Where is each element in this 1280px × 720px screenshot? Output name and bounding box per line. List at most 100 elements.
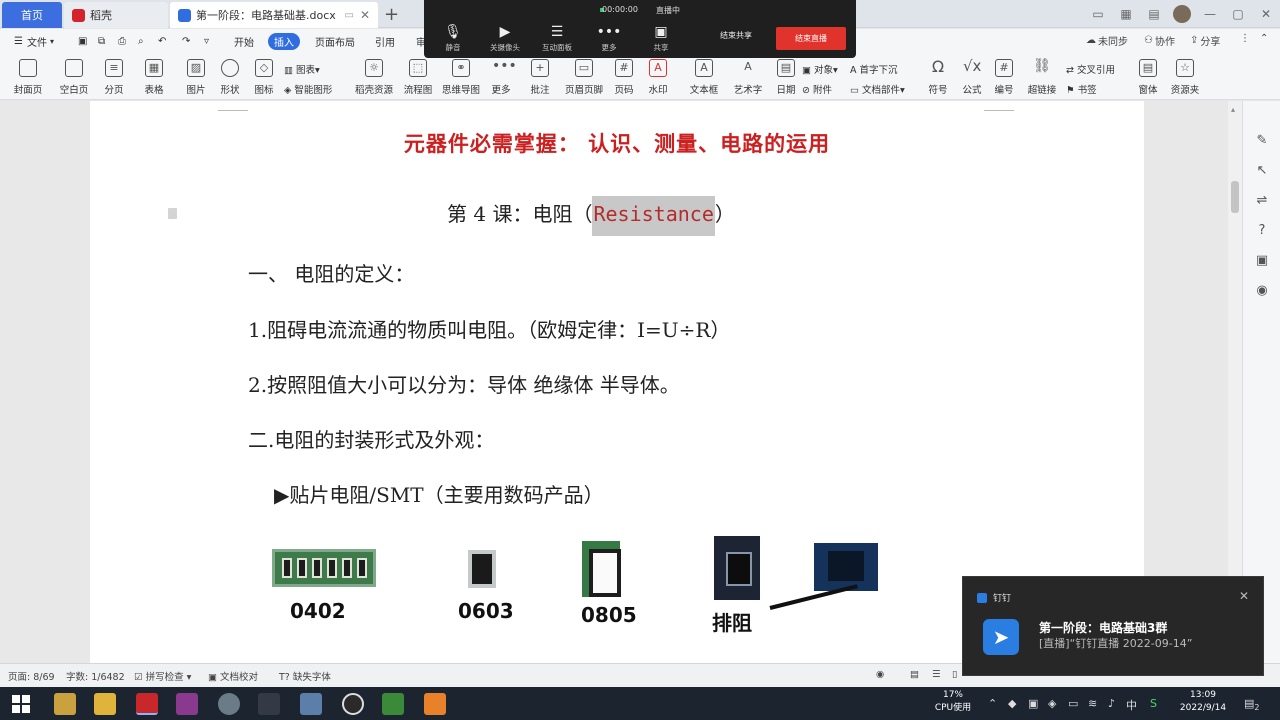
hyperlink-button[interactable]: ⛓ 超链接	[1020, 57, 1064, 97]
app-icon-shuffle[interactable]	[258, 693, 280, 715]
close-notification-icon[interactable]: ✕	[1239, 589, 1249, 603]
avatar[interactable]	[1173, 5, 1191, 23]
collaborate-button[interactable]: ⚇ 协作	[1144, 33, 1175, 48]
menu-tab-layout[interactable]: 页面布局	[315, 33, 355, 50]
eye-protection-icon[interactable]: ◉	[876, 669, 884, 680]
app-icon-game[interactable]	[382, 693, 404, 715]
undo-icon[interactable]: ↶	[158, 33, 166, 50]
help-icon[interactable]: ?	[1254, 223, 1270, 239]
menu-tab-references[interactable]: 引用	[375, 33, 395, 50]
cover-page-button[interactable]: 封面页	[6, 57, 50, 96]
app-icon-archive[interactable]	[176, 693, 198, 715]
header-footer-button[interactable]: ▭ 页眉页脚	[562, 57, 606, 96]
spell-check-toggle[interactable]: ☑ 拼写检查 ▾	[134, 669, 191, 683]
scroll-thumb[interactable]	[1231, 181, 1239, 213]
mute-button[interactable]: 🎙 静音	[428, 24, 478, 53]
tray-camera-icon[interactable]: ▣	[1028, 697, 1038, 710]
app-icon-wps[interactable]	[136, 693, 158, 715]
more-options-icon[interactable]: ⋮	[1240, 33, 1250, 44]
watermark-button[interactable]: A 水印	[636, 57, 680, 96]
maximize-icon[interactable]: ▢	[1224, 7, 1252, 21]
docparts-button[interactable]: ▭ 文档部件▾	[850, 82, 905, 96]
tab-daoke[interactable]: 稻壳	[64, 2, 168, 28]
reading-view-icon[interactable]: ▯	[952, 669, 957, 680]
paragraph-handle-icon[interactable]	[168, 208, 177, 219]
select-icon[interactable]: ↖	[1254, 163, 1270, 179]
pen-icon[interactable]: ✎	[1254, 133, 1270, 149]
customize-icon[interactable]: ▿	[204, 33, 209, 50]
resource-button[interactable]: ☼ 稻壳资源	[352, 57, 396, 96]
close-tab-icon[interactable]: ✕	[360, 8, 370, 22]
page-break-button[interactable]: ≡ 分页	[92, 57, 136, 96]
app-icon-utility[interactable]	[218, 693, 240, 715]
close-window-icon[interactable]: ✕	[1252, 7, 1280, 21]
menu-tab-insert[interactable]: 插入	[268, 33, 300, 50]
app-icon-photos[interactable]	[54, 693, 76, 715]
textbox-button[interactable]: A 文本框	[682, 57, 726, 96]
attachment-button[interactable]: ⊘ 附件	[802, 82, 832, 96]
tray-app-icon[interactable]: ◆	[1008, 697, 1016, 710]
scroll-up-icon[interactable]: ▴	[1231, 105, 1235, 114]
crossref-button[interactable]: ⇄ 交叉引用	[1066, 62, 1115, 76]
preview-icon[interactable]: ⌕	[138, 33, 144, 50]
table-button[interactable]: ▦ 表格	[132, 57, 176, 96]
sync-status[interactable]: ☁ 未同步	[1086, 33, 1128, 48]
mindmap-button[interactable]: ⚭ 思维导图	[439, 57, 483, 96]
dingtalk-notification[interactable]: 钉钉 ✕ ➤ 第一阶段：电路基础3群 [直播]“钉钉直播 2022-09-14”	[962, 576, 1264, 676]
proofread-button[interactable]: ▣ 文档校对	[208, 669, 258, 683]
app-icon-player[interactable]	[342, 693, 364, 715]
menu-tab-home[interactable]: 开始	[234, 33, 254, 50]
app-icon-screenshot[interactable]	[300, 693, 322, 715]
resource-folder-button[interactable]: ☆ 资源夹	[1163, 57, 1207, 96]
more-button[interactable]: ••• 更多	[479, 57, 523, 97]
skin-icon[interactable]: ▤	[1140, 7, 1168, 21]
share-button[interactable]: ⇪ 分享	[1190, 33, 1220, 48]
collapse-ribbon-icon[interactable]: ⌃	[1260, 33, 1268, 44]
adjust-icon[interactable]: ⇌	[1254, 193, 1270, 209]
file-menu[interactable]: ☰ 文件 ▾	[14, 33, 54, 50]
volume-icon[interactable]: ♪	[1108, 697, 1115, 710]
icons-button[interactable]: ◇ 图标	[242, 57, 286, 96]
export-icon[interactable]: ⧉	[98, 33, 105, 50]
missing-font-button[interactable]: T? 缺失字体	[279, 669, 331, 683]
tray-shield-icon[interactable]: ◈	[1048, 697, 1056, 710]
blank-page-button[interactable]: 空白页	[52, 57, 96, 96]
new-tab-icon[interactable]: +	[384, 4, 399, 25]
windows-start-icon[interactable]	[12, 695, 30, 713]
comment-button[interactable]: + 批注	[518, 57, 562, 96]
end-live-button[interactable]: 结束直播	[776, 27, 846, 50]
smart-graphic-button[interactable]: ◈ 智能图形	[284, 82, 332, 96]
monitor-icon[interactable]: ▭	[345, 10, 354, 21]
page-counter[interactable]: 页面: 8/69	[8, 669, 55, 683]
redo-icon[interactable]: ↷	[182, 33, 190, 50]
notification-center-icon[interactable]: ▤2	[1244, 697, 1260, 712]
tray-s-icon[interactable]: S	[1150, 697, 1157, 710]
app-icon-explorer[interactable]	[94, 693, 116, 715]
clock[interactable]: 13:09 2022/9/14	[1172, 689, 1234, 715]
location-icon[interactable]: ◉	[1254, 283, 1270, 299]
tray-battery-icon[interactable]: ▭	[1068, 697, 1078, 710]
print-icon[interactable]: ⎙	[118, 33, 126, 50]
object-button[interactable]: ▣ 对象▾	[802, 62, 838, 76]
image-tool-icon[interactable]: ▣	[1254, 253, 1270, 269]
camera-button[interactable]: ▶ 关摄像头	[480, 24, 530, 53]
meeting-more-button[interactable]: ••• 更多	[584, 24, 634, 53]
share-screen-button[interactable]: ▣ 共享	[636, 24, 686, 53]
chart-button[interactable]: ▥ 图表▾	[284, 62, 320, 76]
tab-document[interactable]: 第一阶段：电路基础基.docx ▭ ✕	[170, 2, 378, 28]
ime-indicator[interactable]: 中	[1126, 697, 1137, 713]
tab-home[interactable]: 首页	[2, 2, 62, 28]
outline-view-icon[interactable]: ☰	[932, 669, 941, 680]
interaction-panel-button[interactable]: ☰ 互动面板	[532, 24, 582, 53]
end-share-button[interactable]: 结束共享	[710, 30, 762, 41]
word-count[interactable]: 字数: 1/6482	[66, 669, 125, 683]
save-icon[interactable]: ▣	[78, 33, 87, 50]
tray-expand-icon[interactable]: ⌃	[988, 697, 997, 710]
wifi-icon[interactable]: ≋	[1088, 697, 1097, 710]
flowchart-button[interactable]: ⬚ 流程图	[396, 57, 440, 96]
cpu-usage[interactable]: 17% CPU使用	[930, 689, 976, 715]
page-view-icon[interactable]: ▤	[910, 669, 919, 680]
grid-icon[interactable]: ▦	[1112, 7, 1140, 21]
app-icon-dingtalk[interactable]	[424, 693, 446, 715]
minimize-icon[interactable]: —	[1196, 7, 1224, 21]
